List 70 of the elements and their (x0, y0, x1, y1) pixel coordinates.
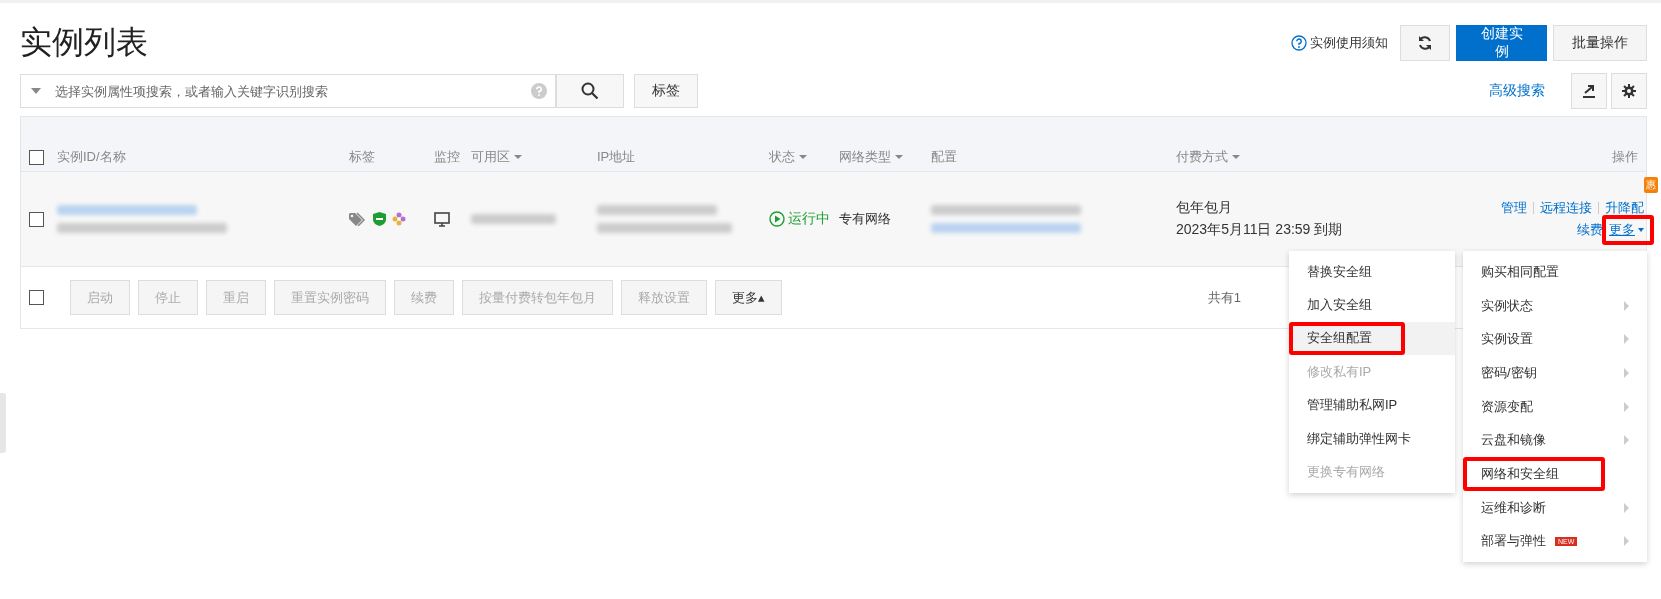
menu-item[interactable]: 云盘和镜像 (1463, 423, 1647, 458)
submenu-arrow-icon (1624, 300, 1629, 311)
menu-item[interactable]: 实例状态 (1463, 288, 1647, 323)
action-link[interactable]: 管理 (1501, 199, 1527, 217)
settings-button[interactable] (1611, 73, 1647, 109)
select-all-checkbox[interactable] (29, 149, 44, 165)
settings-icon (1622, 84, 1636, 98)
submenu-arrow-icon (1624, 435, 1629, 446)
column-header: 实例ID/名称 (57, 148, 126, 166)
flower-icon (392, 212, 406, 226)
search-field[interactable]: 选择实例属性项搜索，或者输入关键字识别搜索 (20, 74, 556, 108)
help-icon (531, 83, 547, 99)
menu-item[interactable]: 加入安全组 (1289, 288, 1455, 322)
submenu-arrow-icon (1624, 401, 1629, 412)
column-header[interactable]: 付费方式 (1176, 148, 1240, 166)
submenu-arrow-icon (1624, 502, 1629, 513)
menu-item[interactable]: 购买相同配置 (1463, 255, 1647, 289)
column-header: IP地址 (597, 148, 636, 166)
help-icon (1291, 34, 1307, 51)
play-icon (769, 211, 785, 227)
menu-item[interactable]: 安全组配置 (1289, 321, 1455, 356)
column-header[interactable]: 状态 (769, 148, 807, 166)
menu-item[interactable]: 绑定辅助弹性网卡 (1289, 421, 1455, 456)
menu-item[interactable]: 密码/密钥 (1463, 356, 1647, 390)
search-button[interactable] (556, 74, 624, 108)
tag-icon (349, 212, 367, 226)
page-title: 实例列表 (20, 22, 148, 62)
export-icon (1582, 84, 1596, 98)
discount-badge: 惠 (1644, 177, 1658, 193)
column-header[interactable]: 网络类型 (839, 148, 903, 166)
select-all-checkbox[interactable] (29, 290, 44, 305)
menu-item[interactable]: 管理辅助私网IP (1289, 388, 1455, 422)
create-instance-button[interactable]: 创建实例 (1456, 24, 1547, 61)
collapse-handle[interactable] (0, 393, 6, 453)
menu-item[interactable]: 实例设置 (1463, 322, 1647, 357)
menu-item[interactable]: 资源变配 (1463, 389, 1647, 424)
bulk-action-button[interactable]: 更多▴ (715, 280, 782, 315)
network-type: 专有网络 (839, 211, 891, 226)
refresh-button[interactable] (1400, 24, 1450, 61)
action-link[interactable]: 远程连接 (1540, 199, 1592, 217)
monitor-icon (434, 211, 450, 227)
menu-item[interactable]: 网络和安全组 (1463, 457, 1647, 491)
advanced-search-link[interactable]: 高级搜索 (1489, 82, 1545, 100)
search-input[interactable]: 选择实例属性项搜索，或者输入关键字识别搜索 (53, 82, 519, 100)
billing-method: 包年包月 (1176, 199, 1233, 217)
menu-item[interactable]: 运维和诊断 (1463, 490, 1647, 525)
caret-icon (31, 88, 41, 94)
action-link[interactable]: 续费 (1577, 221, 1603, 239)
submenu-arrow-icon (1624, 367, 1629, 378)
action-link[interactable]: 升降配 (1605, 199, 1644, 217)
menu-item[interactable]: 替换安全组 (1289, 255, 1455, 289)
batch-operation-button[interactable]: 批量操作 (1553, 24, 1647, 61)
total-count: 共有1 (1207, 288, 1241, 307)
more-dropdown[interactable]: 更多 (1605, 218, 1652, 242)
expiry-date: 2023年5月11日 23:59 到期 (1176, 221, 1344, 239)
column-header: 操作 (1612, 148, 1638, 166)
notice-link[interactable]: 实例使用须知 (1291, 33, 1388, 52)
column-header: 配置 (931, 148, 957, 166)
export-button[interactable] (1571, 73, 1607, 109)
column-header: 监控 (434, 148, 460, 166)
status-text: 运行中 (769, 210, 839, 228)
search-icon (581, 82, 599, 100)
submenu-arrow-icon (1624, 334, 1629, 345)
column-header[interactable]: 可用区 (471, 148, 522, 166)
column-header: 标签 (349, 148, 375, 166)
shield-icon (373, 212, 386, 226)
tag-button[interactable]: 标签 (634, 74, 698, 108)
row-checkbox[interactable] (29, 211, 44, 227)
refresh-icon (1417, 34, 1433, 51)
submenu-arrow-icon (1624, 536, 1629, 547)
